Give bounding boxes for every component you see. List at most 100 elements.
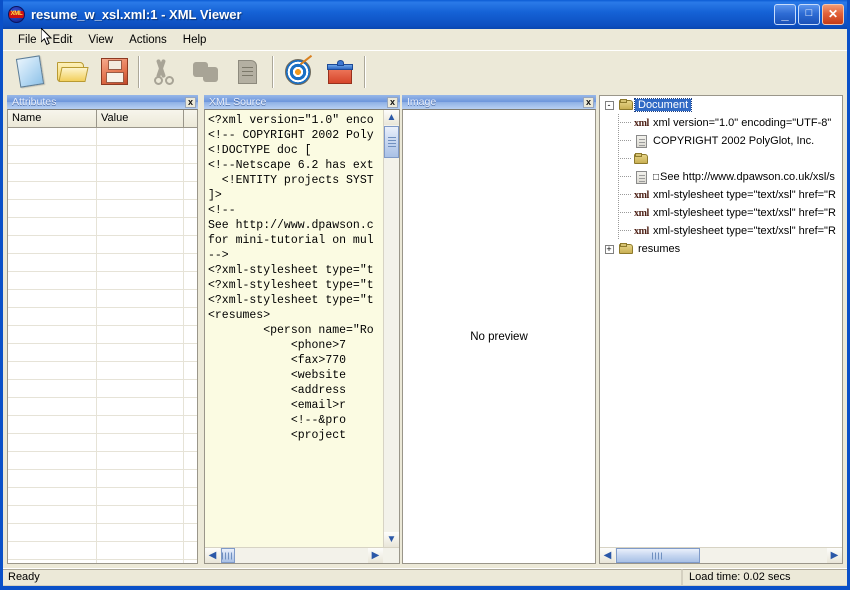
table-row[interactable]: [8, 290, 197, 308]
table-cell: [184, 128, 197, 145]
tree-node[interactable]: See http://www.dpawson.co.uk/xsl/s: [600, 168, 842, 186]
find-button[interactable]: [277, 53, 319, 91]
menu-item-view[interactable]: View: [80, 32, 121, 48]
menu-item-file[interactable]: File: [10, 32, 45, 48]
table-row[interactable]: [8, 380, 197, 398]
table-row[interactable]: [8, 254, 197, 272]
no-preview-label: No preview: [470, 330, 528, 343]
table-row[interactable]: [8, 398, 197, 416]
table-row[interactable]: [8, 506, 197, 524]
table-row[interactable]: [8, 164, 197, 182]
scroll-up-arrow-icon[interactable]: ▲: [384, 110, 399, 125]
table-row[interactable]: [8, 308, 197, 326]
table-cell: [8, 182, 97, 199]
cut-button[interactable]: [143, 53, 185, 91]
table-cell: [184, 164, 197, 181]
table-row[interactable]: [8, 272, 197, 290]
comment-page-icon: [633, 134, 650, 148]
xml-source-pane-close-icon[interactable]: x: [387, 96, 398, 108]
paste-button[interactable]: [227, 53, 269, 91]
tree-horizontal-scroll-thumb[interactable]: [616, 548, 700, 563]
table-row[interactable]: [8, 128, 197, 146]
table-cell: [97, 200, 184, 217]
xml-source-text-area[interactable]: <?xml version="1.0" enco <!-- COPYRIGHT …: [205, 110, 383, 547]
tree-node[interactable]: xml xml version="1.0" encoding="UTF-8": [600, 114, 842, 132]
menu-item-help[interactable]: Help: [175, 32, 215, 48]
table-row[interactable]: [8, 218, 197, 236]
copy-button[interactable]: [185, 53, 227, 91]
image-pane-title: Image: [407, 96, 437, 108]
image-pane-close-icon[interactable]: x: [583, 96, 594, 108]
table-cell: [97, 182, 184, 199]
tree-node-label: COPYRIGHT 2002 PolyGlot, Inc.: [653, 135, 815, 147]
table-cell: [184, 416, 197, 433]
tree-node-label: xml-stylesheet type="text/xsl" href="R: [653, 207, 836, 219]
table-row[interactable]: [8, 326, 197, 344]
table-cell: [97, 146, 184, 163]
tree-connector: [618, 222, 633, 240]
save-file-button[interactable]: [93, 53, 135, 91]
column-header-name[interactable]: Name: [8, 110, 97, 127]
tree-node[interactable]: xml xml-stylesheet type="text/xsl" href="…: [600, 204, 842, 222]
tree-node-label: Document: [633, 98, 693, 112]
table-cell: [97, 236, 184, 253]
table-cell: [97, 470, 184, 487]
scroll-right-arrow-icon[interactable]: ▶: [368, 548, 383, 563]
column-header-value[interactable]: Value: [97, 110, 184, 127]
collapse-node-icon[interactable]: -: [604, 100, 614, 110]
table-cell: [8, 290, 97, 307]
table-row[interactable]: [8, 452, 197, 470]
tree-node[interactable]: xml xml-stylesheet type="text/xsl" href="…: [600, 222, 842, 240]
tree-scroll-right-arrow-icon[interactable]: ▶: [827, 548, 842, 563]
table-row[interactable]: [8, 146, 197, 164]
attributes-pane-close-icon[interactable]: x: [185, 96, 196, 108]
tree-node[interactable]: + resumes: [600, 240, 842, 258]
xml-source-vertical-scrollbar[interactable]: ▲ ▼: [383, 110, 399, 547]
table-row[interactable]: [8, 200, 197, 218]
document-tree[interactable]: - Document xml xml version="1.0" encoding="…: [600, 96, 842, 547]
table-row[interactable]: [8, 362, 197, 380]
tree-connector: [618, 132, 633, 150]
new-document-button[interactable]: [9, 53, 51, 91]
xml-viewer-app: XML resume_w_xsl.xml:1 - XML Viewer _ □ …: [0, 0, 850, 590]
menu-item-edit[interactable]: Edit: [45, 32, 81, 48]
status-message: Ready: [3, 569, 682, 586]
scroll-left-arrow-icon[interactable]: ◀: [205, 548, 220, 563]
table-cell: [97, 254, 184, 271]
tree-node[interactable]: - Document: [600, 96, 842, 114]
xml-source-vertical-scroll-thumb[interactable]: [384, 126, 399, 158]
table-row[interactable]: [8, 524, 197, 542]
table-row[interactable]: [8, 344, 197, 362]
tree-scroll-left-arrow-icon[interactable]: ◀: [600, 548, 615, 563]
open-file-button[interactable]: [51, 53, 93, 91]
table-row[interactable]: [8, 236, 197, 254]
close-button[interactable]: ✕: [822, 4, 844, 25]
tree-node[interactable]: [600, 150, 842, 168]
tree-node[interactable]: COPYRIGHT 2002 PolyGlot, Inc.: [600, 132, 842, 150]
table-row[interactable]: [8, 560, 197, 563]
minimize-button[interactable]: _: [774, 4, 796, 25]
maximize-button[interactable]: □: [798, 4, 820, 25]
tree-horizontal-scrollbar[interactable]: ◀ ▶: [600, 547, 842, 563]
tree-connector: [618, 186, 633, 204]
table-row[interactable]: [8, 416, 197, 434]
attributes-table-header: Name Value: [8, 110, 197, 128]
tree-node[interactable]: xml xml-stylesheet type="text/xsl" href="…: [600, 186, 842, 204]
extras-button[interactable]: [319, 53, 361, 91]
attributes-table-body[interactable]: [8, 128, 197, 563]
folder-glyph: [634, 153, 649, 165]
toolbar: [3, 50, 847, 92]
table-row[interactable]: [8, 542, 197, 560]
tree-gutter: -: [600, 100, 618, 110]
xml-source-horizontal-scroll-thumb[interactable]: [221, 548, 235, 563]
expand-node-icon[interactable]: +: [604, 244, 614, 254]
table-row[interactable]: [8, 470, 197, 488]
scroll-down-arrow-icon[interactable]: ▼: [384, 532, 399, 547]
table-cell: [97, 326, 184, 343]
xml-source-horizontal-scrollbar[interactable]: ◀ ▶: [205, 547, 399, 563]
table-row[interactable]: [8, 182, 197, 200]
table-row[interactable]: [8, 488, 197, 506]
xml-source-text: <?xml version="1.0" enco <!-- COPYRIGHT …: [208, 114, 374, 442]
menu-item-actions[interactable]: Actions: [121, 32, 175, 48]
table-row[interactable]: [8, 434, 197, 452]
